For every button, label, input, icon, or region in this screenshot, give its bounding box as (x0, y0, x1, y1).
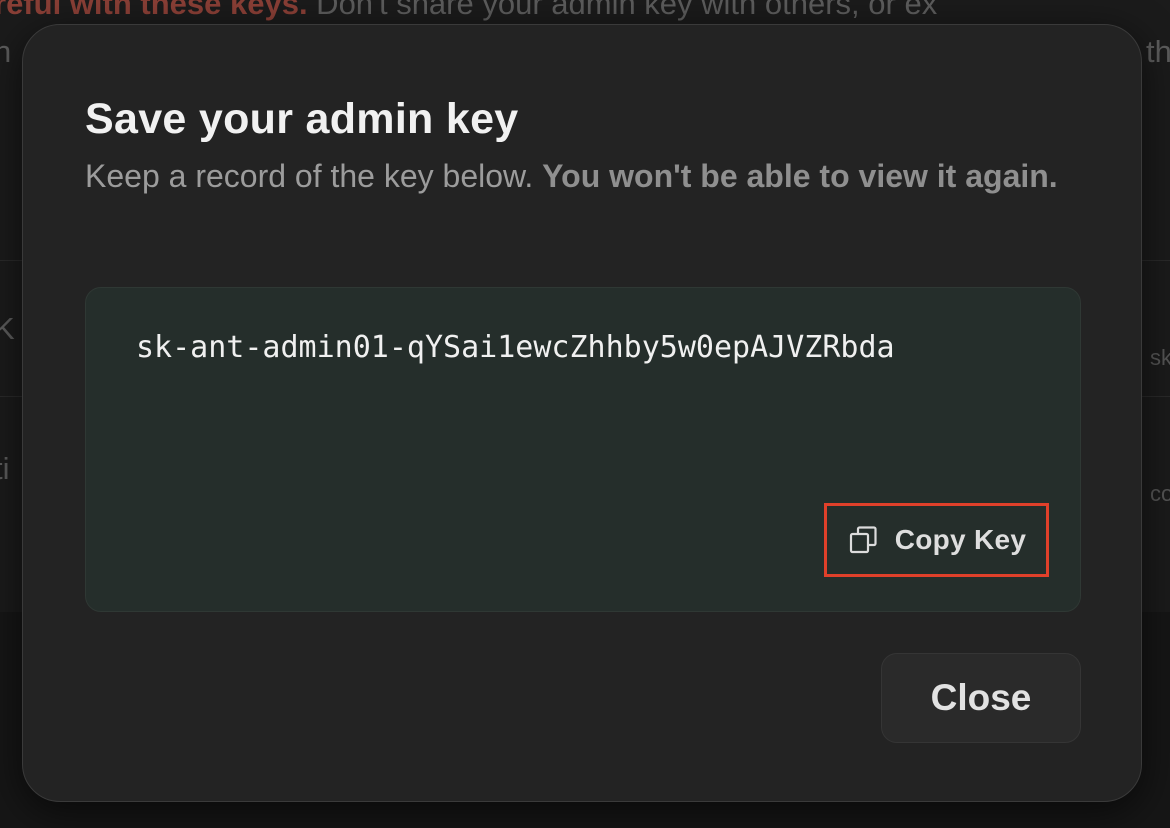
dialog-description: Keep a record of the key below. You won'… (85, 151, 1095, 202)
background-line2-right: th (1146, 34, 1170, 69)
dialog-title: Save your admin key (85, 95, 519, 143)
background-warning-text: reful with these keys. Don't share your … (0, 0, 937, 24)
key-display-box: sk-ant-admin01-qYSai1ewcZhhby5w0epAJVZRb… (85, 287, 1081, 612)
dialog-description-plain: Keep a record of the key below. (85, 158, 543, 194)
save-admin-key-dialog: Save your admin key Keep a record of the… (22, 24, 1142, 802)
dialog-description-warning: You won't be able to view it again. (542, 158, 1058, 194)
background-row-cell-left: ti (0, 451, 10, 486)
admin-key-value[interactable]: sk-ant-admin01-qYSai1ewcZhhby5w0epAJVZRb… (136, 330, 895, 365)
background-warning-strong: reful with these keys. (0, 0, 308, 21)
background-warning-rest: Don't share your admin key with others, … (307, 0, 938, 21)
background-row-cell-right: con (1150, 481, 1170, 506)
close-button[interactable]: Close (881, 653, 1081, 743)
background-row-cell-right: sko (1150, 345, 1170, 370)
copy-key-label: Copy Key (894, 524, 1027, 555)
background-line2-left: n (0, 34, 12, 69)
page: reful with these keys. Don't share your … (0, 0, 1170, 828)
background-row-cell-left: K (0, 311, 15, 346)
copy-icon (847, 524, 879, 556)
copy-key-button[interactable]: Copy Key (824, 503, 1049, 577)
